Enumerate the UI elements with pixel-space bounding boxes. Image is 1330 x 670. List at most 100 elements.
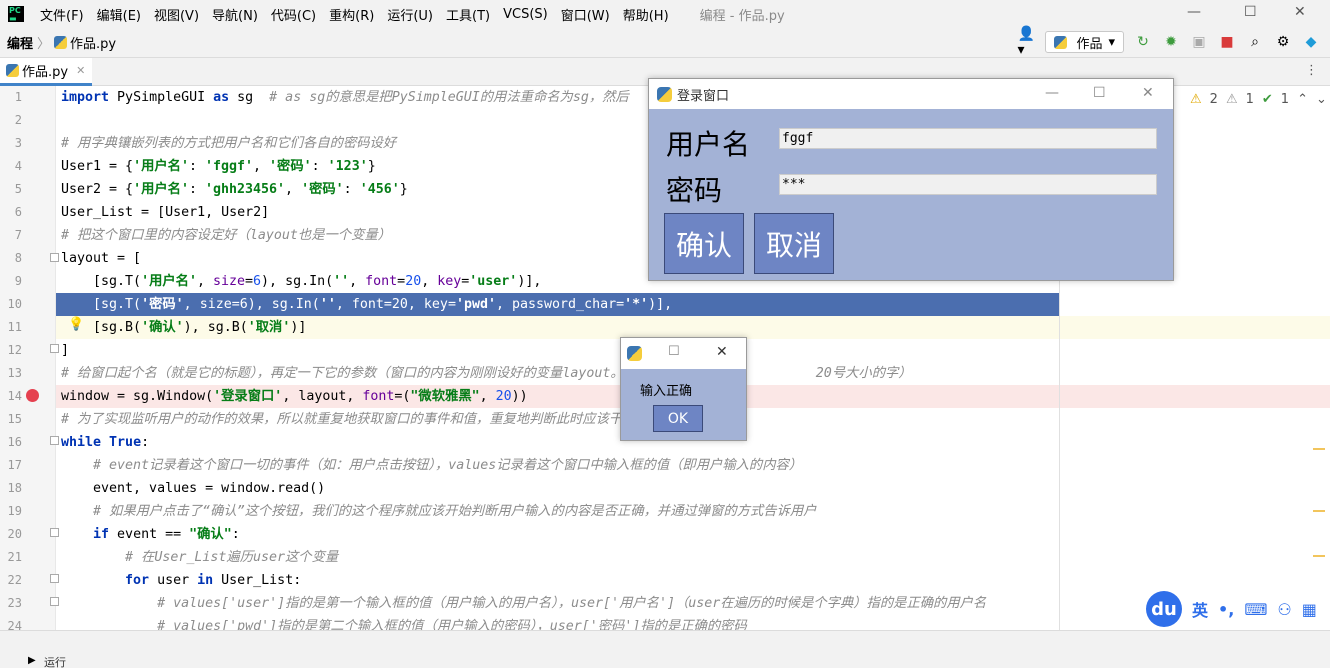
password-input[interactable]: *** xyxy=(779,174,1157,195)
user-icon[interactable]: ⚇ xyxy=(1277,600,1291,619)
code-token: sg xyxy=(229,90,270,105)
fold-icon[interactable] xyxy=(50,528,59,537)
code-token: = xyxy=(397,274,406,289)
tab-main-py[interactable]: 作品.py ✕ xyxy=(0,58,92,86)
line-number: 9 xyxy=(14,274,22,288)
close-button[interactable]: ✕ xyxy=(1142,85,1154,101)
search-icon[interactable]: ⌕ xyxy=(1246,33,1264,51)
run-configuration-select[interactable]: 作品 ▾ xyxy=(1045,31,1124,53)
code-comment: # 如果用户点击了“确认”这个按钮，我们的这个程序就应该开始判断用户输入的内容是… xyxy=(61,504,817,519)
line-number: 12 xyxy=(7,343,22,357)
username-input[interactable]: fggf xyxy=(779,128,1157,149)
chevron-down-icon[interactable]: ⌄ xyxy=(1316,92,1327,107)
code-token: : xyxy=(141,435,150,450)
coverage-icon[interactable]: ▣ xyxy=(1190,33,1208,51)
menu-bar: PC ▬ 文件(F) 编辑(E) 视图(V) 导航(N) 代码(C) 重构(R) … xyxy=(0,0,1330,28)
tab-label: 作品.py xyxy=(22,65,69,80)
line-number: 8 xyxy=(14,251,22,265)
close-button[interactable]: ✕ xyxy=(716,344,728,360)
menu-code[interactable]: 代码(C) xyxy=(271,5,316,24)
scroll-marker[interactable] xyxy=(1313,555,1325,557)
fold-icon[interactable] xyxy=(50,344,59,353)
code-keyword: for xyxy=(125,573,150,588)
gear-icon[interactable]: ⚙ xyxy=(1274,33,1292,51)
code-token: , xyxy=(183,297,200,312)
fold-icon[interactable] xyxy=(50,597,59,606)
code-number: 20 xyxy=(495,389,512,404)
warning-icon: ⚠ xyxy=(1190,92,1202,107)
menu-window[interactable]: 窗口(W) xyxy=(561,5,610,24)
breadcrumb-file[interactable]: 作品.py xyxy=(70,33,116,52)
baidu-ime-logo-icon[interactable]: du xyxy=(1146,591,1182,627)
fold-icon[interactable] xyxy=(50,436,59,445)
window-title: 编程 - 作品.py xyxy=(699,8,785,24)
breakpoint-icon[interactable] xyxy=(26,389,39,402)
ime-language-toggle[interactable]: 英 xyxy=(1192,597,1208,621)
ok-button[interactable]: OK xyxy=(653,405,703,432)
chevron-down-icon: ▾ xyxy=(1108,34,1115,50)
fold-icon[interactable] xyxy=(50,574,59,583)
menu-edit[interactable]: 编辑(E) xyxy=(97,5,141,24)
jetbrains-toolbox-icon[interactable]: ◆ xyxy=(1302,33,1320,51)
maximize-button[interactable]: ☐ xyxy=(1244,4,1257,20)
menu-file[interactable]: 文件(F) xyxy=(40,5,84,24)
line-number: 23 xyxy=(7,596,22,610)
code-token: )], xyxy=(517,274,542,289)
main-toolbar: 👤▾ 作品 ▾ ↻ ✹ ▣ ■ ⌕ ⚙ ◆ xyxy=(1017,26,1320,58)
minimize-button[interactable]: — xyxy=(1187,4,1201,20)
stop-icon[interactable]: ■ xyxy=(1218,33,1236,51)
weak-warning-count: 1 xyxy=(1245,92,1254,107)
rerun-icon[interactable]: ↻ xyxy=(1134,33,1152,51)
code-string: "微软雅黑" xyxy=(410,389,480,404)
code-comment: # 给窗口起个名（就是它的标题），再定一下它的参数（窗口的内容为刚刚设好的变量l… xyxy=(61,366,912,381)
close-button[interactable]: ✕ xyxy=(1294,4,1306,20)
line-number: 14 xyxy=(7,389,22,403)
chevron-up-icon[interactable]: ⌃ xyxy=(1297,92,1308,107)
user-icon[interactable]: 👤▾ xyxy=(1017,26,1035,58)
ime-toolbar: du 英 •, ⌨ ⚇ ▦ xyxy=(1146,590,1330,628)
code-keyword: if xyxy=(93,527,110,542)
code-token: User2 = { xyxy=(61,182,134,197)
maximize-button[interactable]: ☐ xyxy=(1093,85,1106,101)
minimize-button[interactable]: — xyxy=(1045,85,1059,101)
keyboard-icon[interactable]: ⌨ xyxy=(1244,600,1267,619)
menu-tools[interactable]: 工具(T) xyxy=(446,5,490,24)
code-token: : xyxy=(188,182,205,197)
code-number: 20 xyxy=(405,274,422,289)
code-kwarg: size xyxy=(212,274,246,289)
code-keyword: while xyxy=(61,435,102,450)
inspection-widget[interactable]: ⚠ 2 ⚠ 1 ✔ 1 ⌃ ⌄ xyxy=(1190,92,1327,107)
breadcrumb-project[interactable]: 编程 xyxy=(7,33,33,52)
maximize-button[interactable]: ☐ xyxy=(668,344,680,359)
play-icon[interactable]: ▶ xyxy=(28,655,36,666)
more-vertical-icon[interactable]: ⋮ xyxy=(1305,63,1318,78)
debug-icon[interactable]: ✹ xyxy=(1162,33,1180,51)
code-token: , xyxy=(421,274,438,289)
code-token: as xyxy=(213,90,230,105)
cancel-button[interactable]: 取消 xyxy=(754,213,834,274)
code-token: : xyxy=(188,159,205,174)
code-token: , xyxy=(253,159,270,174)
code-comment: # 在User_List遍历user这个变量 xyxy=(61,550,339,565)
close-icon[interactable]: ✕ xyxy=(76,64,85,77)
menu-vcs[interactable]: VCS(S) xyxy=(503,7,548,22)
code-string: '取消' xyxy=(247,320,291,335)
code-token: )] xyxy=(290,320,307,335)
menu-help[interactable]: 帮助(H) xyxy=(623,5,669,24)
scroll-marker[interactable] xyxy=(1313,448,1325,450)
grid-icon[interactable]: ▦ xyxy=(1302,600,1317,619)
line-number: 6 xyxy=(14,205,22,219)
menu-refactor[interactable]: 重构(R) xyxy=(329,5,374,24)
fold-icon[interactable] xyxy=(50,253,59,262)
code-token: = xyxy=(383,297,392,312)
code-kwarg: key xyxy=(437,274,462,289)
menu-run[interactable]: 运行(U) xyxy=(387,5,433,24)
scroll-marker[interactable] xyxy=(1313,510,1325,512)
menu-navigate[interactable]: 导航(N) xyxy=(212,5,258,24)
lightbulb-icon[interactable]: 💡 xyxy=(68,317,84,332)
menu-view[interactable]: 视图(V) xyxy=(154,5,199,24)
ime-punctuation-toggle[interactable]: •, xyxy=(1218,600,1234,619)
confirm-button[interactable]: 确认 xyxy=(664,213,744,274)
